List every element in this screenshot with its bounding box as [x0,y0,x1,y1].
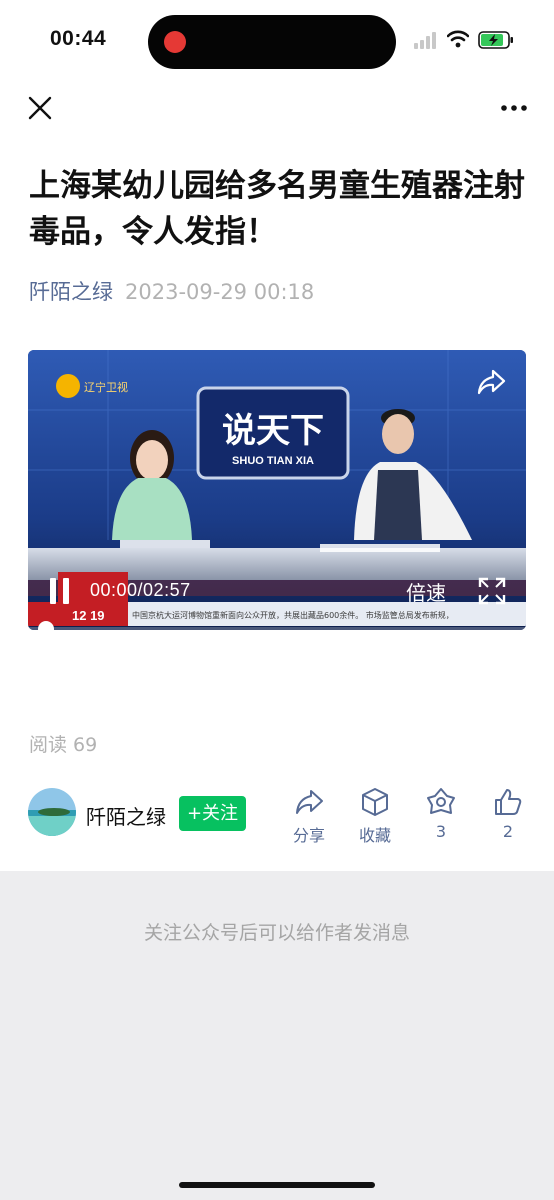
fullscreen-icon[interactable] [478,577,506,605]
close-icon[interactable] [24,92,56,124]
status-time: 00:44 [50,27,107,50]
message-hint: 关注公众号后可以给作者发消息 [143,922,410,944]
wifi-icon [447,30,469,48]
author-avatar[interactable] [28,788,76,836]
show-subtitle: SHUO TIAN XIA [232,455,314,467]
video-time: 00:00/02:57 [90,580,191,600]
article-meta: 阡陌之绿 2023-09-29 00:18 [29,276,314,306]
author-name[interactable]: 阡陌之绿 [86,801,166,830]
video-progress-bar[interactable] [28,627,526,630]
show-title: 说天下 [222,411,324,451]
video-share-icon[interactable] [476,368,506,396]
author-link[interactable]: 阡陌之绿 [29,280,113,304]
status-bar: 00:44 [0,0,554,82]
home-indicator[interactable] [179,1182,375,1188]
favorite-action[interactable]: 收藏 [350,784,400,846]
signal-icon [414,32,440,49]
battery-charging-icon [478,31,513,49]
ticker-text: 中国京杭大运河博物馆重新面向公众开放，共展出藏品600余件。 市场监管总局发布新… [132,610,454,620]
share-icon [296,790,323,814]
favorite-label: 收藏 [358,826,391,845]
speed-button[interactable]: 倍速 [406,577,446,606]
wow-action[interactable]: 3 [416,784,466,846]
favorite-icon [362,788,388,816]
wow-count: 3 [435,822,447,841]
wow-icon [427,788,455,814]
more-icon[interactable] [496,92,532,124]
pause-button[interactable] [50,578,72,604]
like-icon [495,789,522,815]
follow-button[interactable]: +关注 [179,796,246,831]
author-bar: 阡陌之绿 +关注 分享 收藏 3 2 [0,784,554,846]
dynamic-island [148,15,396,69]
top-nav [0,82,554,132]
video-progress-knob[interactable] [38,621,54,630]
share-action[interactable]: 分享 [284,784,334,846]
record-indicator-icon [164,31,186,53]
ticker-time: 12 19 [72,608,105,623]
read-count: 阅读 69 [29,734,98,756]
like-count: 2 [502,822,514,841]
channel-logo: 辽宁卫视 [84,380,128,394]
like-action[interactable]: 2 [483,784,533,846]
video-player[interactable]: 说天下 SHUO TIAN XIA 辽宁卫视 12 19 中国京杭大运河博物馆重… [28,350,526,630]
publish-date: 2023-09-29 00:18 [125,280,315,304]
article-title: 上海某幼儿园给多名男童生殖器注射毒品，令人发指！ [29,168,525,250]
share-label: 分享 [292,826,325,845]
